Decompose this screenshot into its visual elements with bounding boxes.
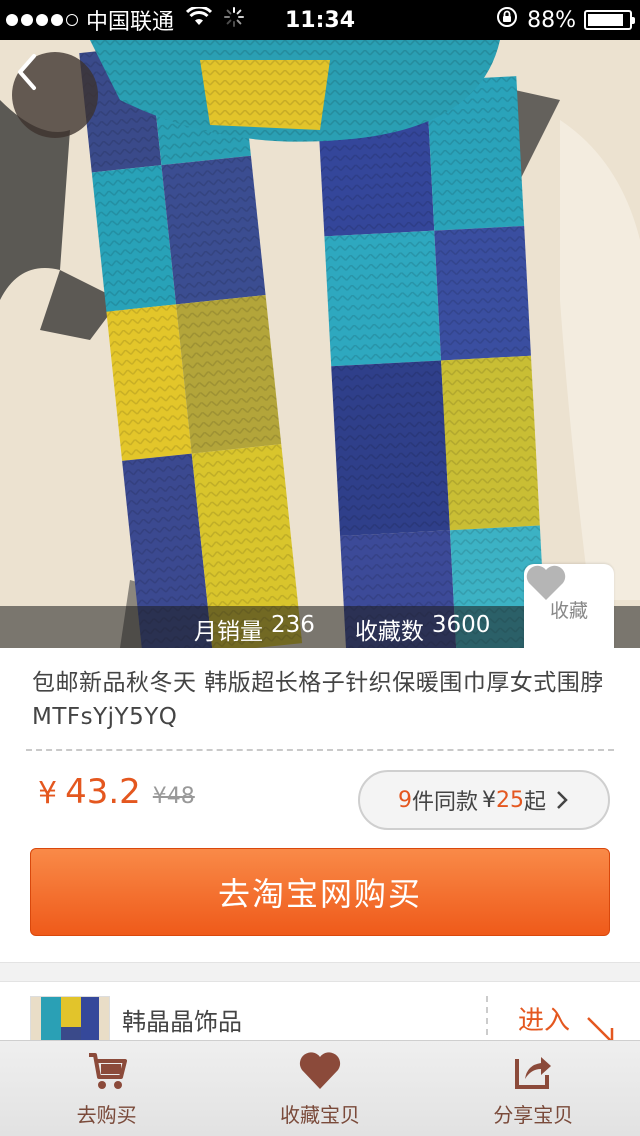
same-count: 9 [397,787,412,813]
tab-share-label: 分享宝贝 [493,1103,574,1127]
price-row: ¥ 43.2 ¥48 [38,772,195,812]
currency-symbol: ¥ [38,776,58,811]
tab-favorite[interactable]: 收藏宝贝 [213,1041,426,1136]
favorites-label: 收藏数 [354,619,424,645]
battery-percent: 88% [527,7,576,33]
share-icon [515,1057,552,1089]
product-title: 包邮新品秋冬天 韩版超长格子针织保暖围巾厚女式围脖MTFsYjY5YQ [32,670,604,730]
battery-icon [584,10,635,30]
favorite-button[interactable]: 收藏 [524,564,614,648]
tab-buy[interactable]: 去购买 [0,1041,213,1136]
monthly-sales-value: 236 [271,612,315,638]
same-text: 件同款 [411,790,478,815]
buy-on-taobao-button[interactable]: 去淘宝网购买 [30,848,610,936]
loading-spinner-icon [224,7,245,33]
current-price: 43.2 [65,772,141,812]
product-image[interactable]: 月销量 236 收藏数 3600 收藏 [0,40,640,648]
favorites-value: 3600 [431,612,491,638]
same-items-button[interactable]: 9 件同款 ¥ 25 起 [358,770,610,830]
signal-strength-icon [6,14,78,26]
monthly-sales-label: 月销量 [194,619,263,645]
back-button[interactable] [12,52,98,138]
wifi-icon [185,5,213,33]
chevron-right-icon [557,791,568,809]
tab-favorite-label: 收藏宝贝 [279,1103,360,1127]
same-currency: ¥ [482,787,496,813]
divider [26,749,614,751]
cart-icon [88,1053,127,1089]
rotation-lock-icon [495,5,519,35]
tab-share[interactable]: 分享宝贝 [427,1041,640,1136]
tab-buy-label: 去购买 [76,1103,137,1127]
heart-icon [299,1052,341,1089]
shop-name: 韩晶晶饰品 [122,1008,242,1036]
heart-icon [526,565,566,600]
favorites-count: 收藏数 3600 [355,612,491,646]
chevron-left-icon [18,54,36,90]
carrier-name: 中国联通 [86,10,175,35]
enter-shop-link[interactable]: 进入 [518,1000,570,1037]
scarf-photo [0,40,640,648]
original-price: ¥48 [152,784,195,809]
same-suffix: 起 [524,790,547,815]
same-from-price: 25 [496,787,524,813]
section-separator [0,962,640,982]
shop-divider [486,996,488,1046]
bottom-tab-bar: 去购买 收藏宝贝 分享宝贝 [0,1040,640,1136]
monthly-sales: 月销量 236 [194,612,315,646]
shop-row[interactable]: 韩晶晶饰品 进入 [0,982,640,1056]
status-bar: 中国联通 11:34 88% [0,0,640,40]
